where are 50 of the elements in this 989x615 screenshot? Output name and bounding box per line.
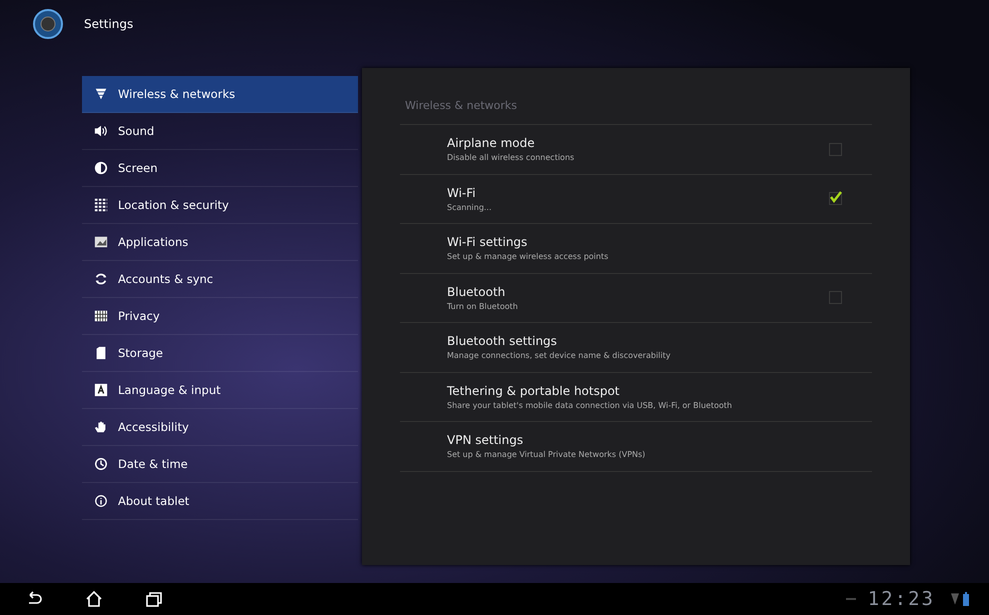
checkbox[interactable] bbox=[829, 142, 842, 156]
setting-title[interactable]: Bluetooth bbox=[447, 284, 506, 299]
setting-summary: Share your tablet's mobile data connection via USB, Wi-Fi, or Bluetooth bbox=[447, 400, 732, 410]
setting-summary: Set up & manage Virtual Private Networks (VPNs) bbox=[447, 450, 646, 460]
setting-title[interactable]: Tethering & portable hotspot bbox=[447, 384, 620, 398]
sidebar-item[interactable]: Sound bbox=[82, 113, 358, 150]
battery-icon bbox=[963, 592, 969, 606]
recent-apps-icon[interactable] bbox=[144, 589, 164, 609]
speaker-icon bbox=[94, 124, 108, 138]
funnel-icon bbox=[94, 87, 108, 101]
sync-icon bbox=[94, 272, 108, 286]
clock-time[interactable]: 12:23 bbox=[868, 588, 935, 610]
setting-summary: Set up & manage wireless access points bbox=[447, 252, 608, 262]
sidebar-item[interactable]: Applications bbox=[82, 224, 358, 261]
sidebar-item[interactable]: Accessibility bbox=[82, 409, 358, 446]
sidebar-item[interactable]: Accounts & sync bbox=[82, 261, 358, 298]
panel-heading: Wireless & networks bbox=[404, 98, 517, 114]
setting-summary: Disable all wireless connections bbox=[447, 153, 574, 162]
signal-icon bbox=[951, 593, 959, 605]
image-icon bbox=[94, 235, 108, 249]
setting-title[interactable]: VPN settings bbox=[447, 433, 524, 448]
sd-card-icon bbox=[94, 346, 108, 360]
window-title: Settings bbox=[84, 17, 134, 31]
sidebar-item[interactable]: Language & input bbox=[82, 372, 358, 409]
app-icon[interactable] bbox=[32, 8, 64, 40]
sidebar-item[interactable]: Screen bbox=[82, 150, 358, 187]
grid-icon bbox=[94, 309, 108, 323]
sidebar-item[interactable]: Wireless & networks bbox=[82, 76, 358, 113]
checkbox[interactable] bbox=[829, 192, 842, 206]
setting-summary: Scanning... bbox=[447, 202, 492, 212]
sidebar-item[interactable]: Location & security bbox=[82, 187, 358, 224]
checkbox[interactable] bbox=[829, 291, 842, 304]
setting-summary: Manage connections, set device name & discoverability bbox=[447, 351, 670, 360]
half-circle-icon bbox=[94, 161, 108, 175]
clock-icon bbox=[94, 457, 108, 471]
sidebar-item[interactable]: Date & time bbox=[82, 446, 358, 483]
sidebar-item[interactable]: About tablet bbox=[82, 483, 358, 520]
dash-icon bbox=[846, 598, 856, 600]
info-icon bbox=[94, 494, 108, 508]
home-icon[interactable] bbox=[84, 589, 104, 609]
setting-summary: Turn on Bluetooth bbox=[447, 302, 518, 311]
setting-title[interactable]: Bluetooth settings bbox=[447, 334, 557, 348]
sidebar-item[interactable]: Privacy bbox=[82, 298, 358, 335]
sidebar-item[interactable]: Storage bbox=[82, 335, 358, 372]
setting-title[interactable]: Wi-Fi bbox=[447, 186, 476, 200]
setting-title[interactable]: Airplane mode bbox=[447, 136, 535, 150]
setting-title[interactable]: Wi-Fi settings bbox=[447, 235, 528, 250]
hand-icon bbox=[94, 420, 108, 434]
letter-icon bbox=[94, 383, 108, 397]
grid-icon bbox=[94, 198, 108, 212]
